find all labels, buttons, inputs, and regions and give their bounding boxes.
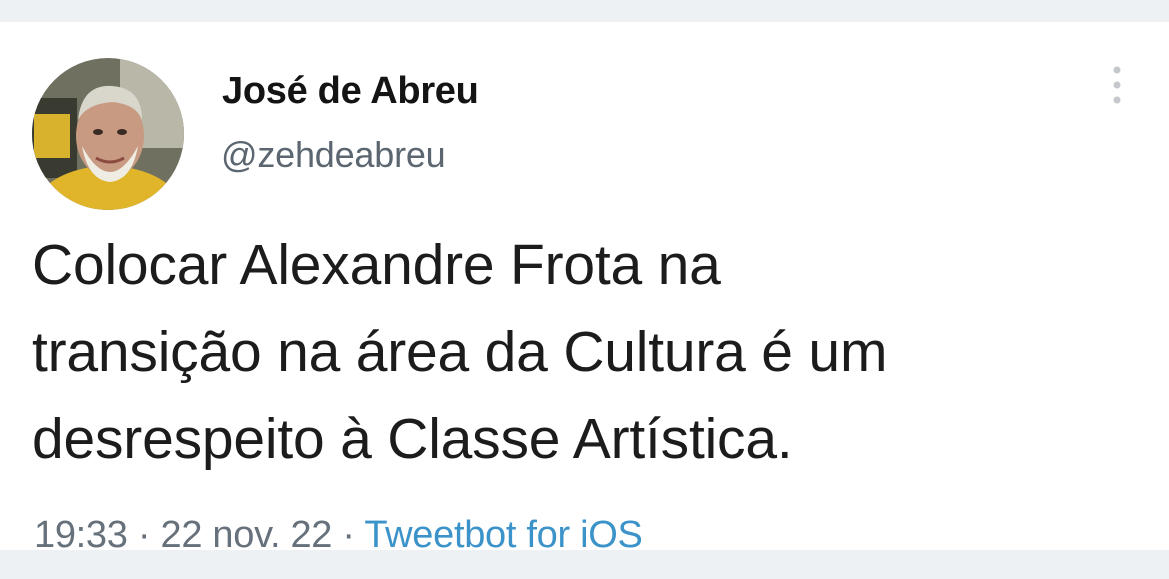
tweet-metadata: 19:33 · 22 nov. 22 · Tweetbot for iOS [34,514,643,557]
meta-separator: · [137,514,151,556]
tweet-text: Colocar Alexandre Frota na transição na … [32,222,1152,483]
tweet-text-line: transição na área da Cultura é um [32,320,888,384]
tweet-source-link[interactable]: Tweetbot for iOS [364,514,643,556]
user-handle[interactable]: @zehdeabreu [221,134,446,176]
screenshot-frame: José de Abreu @zehdeabreu Colocar Alexan… [0,0,1169,579]
tweet-time[interactable]: 19:33 [34,514,128,556]
avatar-photo [32,58,184,210]
tweet-card: José de Abreu @zehdeabreu Colocar Alexan… [0,22,1169,556]
more-vertical-icon[interactable] [1103,60,1131,110]
tweet-text-line: Colocar Alexandre Frota na [32,233,721,297]
tweet-text-line: desrespeito à Classe Artística. [32,407,793,471]
display-name[interactable]: José de Abreu [222,70,479,113]
avatar[interactable] [32,58,184,210]
tweet-date[interactable]: 22 nov. 22 [160,514,332,556]
meta-separator: · [342,514,355,556]
